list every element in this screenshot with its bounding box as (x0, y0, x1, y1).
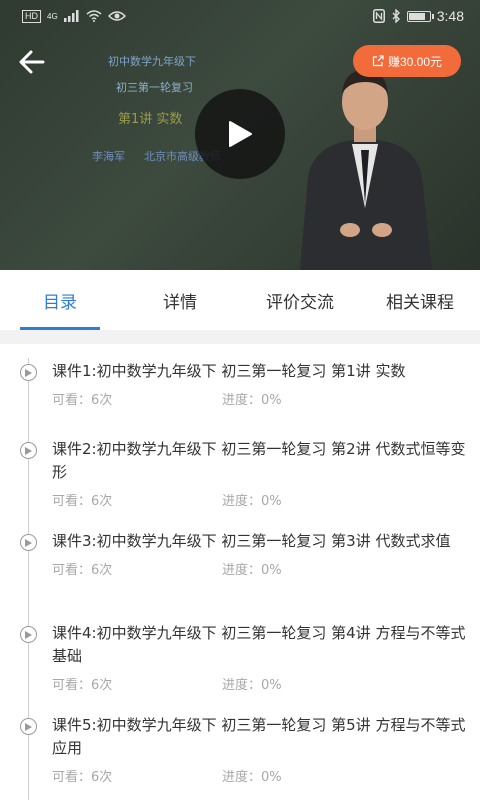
item-views: 可看：6次 (52, 563, 113, 578)
list-item[interactable]: 课件5:初中数学九年级下 初三第一轮复习 第5讲 方程与不等式应用 可看：6次 … (0, 708, 480, 800)
item-views: 可看：6次 (52, 393, 113, 408)
teacher-figure (300, 70, 432, 270)
slide-teacher: 李海军 (92, 150, 125, 163)
video-player[interactable]: HD 4G 3:48 初中数学九年级下 初三第一轮复习 第1讲 实数 李海军 北… (0, 0, 480, 270)
item-progress: 进度：0% (222, 678, 282, 693)
slide-unit: 初三第一轮复习 (116, 81, 193, 94)
wifi-icon (86, 10, 102, 22)
tab-details[interactable]: 详情 (120, 270, 240, 330)
list-item[interactable]: 课件4:初中数学九年级下 初三第一轮复习 第4讲 方程与不等式基础 可看：6次 … (0, 616, 480, 708)
play-circle-icon (20, 364, 37, 381)
back-button[interactable] (16, 46, 48, 78)
item-title: 课件5:初中数学九年级下 初三第一轮复习 第5讲 方程与不等式应用 (52, 716, 466, 757)
tab-catalog[interactable]: 目录 (0, 270, 120, 330)
item-progress: 进度：0% (222, 563, 282, 578)
nfc-icon (372, 9, 385, 23)
item-title: 课件3:初中数学九年级下 初三第一轮复习 第3讲 代数式求值 (52, 532, 451, 550)
network-type: 4G (47, 11, 58, 21)
hd-badge: HD (22, 9, 41, 23)
status-right: 3:48 (372, 8, 464, 24)
item-progress: 进度：0% (222, 770, 282, 785)
play-button[interactable] (195, 89, 285, 179)
play-circle-icon (20, 626, 37, 643)
item-progress: 进度：0% (222, 494, 282, 509)
courseware-list: 课件1:初中数学九年级下 初三第一轮复习 第1讲 实数 可看：6次 进度：0% … (0, 344, 480, 800)
share-earn-button[interactable]: 赚30.00元 (353, 45, 461, 77)
list-item[interactable]: 课件3:初中数学九年级下 初三第一轮复习 第3讲 代数式求值 可看：6次 进度：… (0, 524, 480, 616)
bluetooth-icon (392, 9, 400, 23)
item-title: 课件4:初中数学九年级下 初三第一轮复习 第4讲 方程与不等式基础 (52, 624, 466, 665)
share-icon (372, 55, 384, 67)
item-meta: 可看：6次 进度：0% (52, 766, 468, 785)
list-item[interactable]: 课件2:初中数学九年级下 初三第一轮复习 第2讲 代数式恒等变形 可看：6次 进… (0, 432, 480, 524)
item-meta: 可看：6次 进度：0% (52, 490, 468, 509)
eye-icon (107, 11, 126, 21)
item-views: 可看：6次 (52, 770, 113, 785)
item-meta: 可看：6次 进度：0% (52, 674, 468, 693)
status-bar: HD 4G 3:48 (0, 0, 480, 32)
play-circle-icon (20, 442, 37, 459)
list-item[interactable]: 课件1:初中数学九年级下 初三第一轮复习 第1讲 实数 可看：6次 进度：0% (0, 346, 480, 432)
item-title: 课件2:初中数学九年级下 初三第一轮复习 第2讲 代数式恒等变形 (52, 440, 466, 481)
battery-icon (406, 10, 434, 22)
play-circle-icon (20, 534, 37, 551)
status-left: HD 4G (22, 9, 126, 23)
item-views: 可看：6次 (52, 494, 113, 509)
tab-reviews[interactable]: 评价交流 (240, 270, 360, 330)
battery-level (408, 12, 425, 20)
clock: 3:48 (436, 8, 464, 24)
play-icon (229, 121, 252, 147)
share-label: 赚30.00元 (387, 54, 443, 69)
tab-related-courses[interactable]: 相关课程 (360, 270, 480, 330)
play-circle-icon (20, 718, 37, 735)
item-views: 可看：6次 (52, 678, 113, 693)
slide-lesson: 第1讲 实数 (118, 112, 183, 127)
arrow-left-icon (19, 50, 45, 74)
slide-course-title: 初中数学九年级下 (108, 55, 196, 68)
signal-icon (63, 10, 79, 22)
item-title: 课件1:初中数学九年级下 初三第一轮复习 第1讲 实数 (52, 362, 406, 380)
item-progress: 进度：0% (222, 393, 282, 408)
section-divider (0, 330, 480, 344)
item-meta: 可看：6次 进度：0% (52, 559, 468, 578)
item-meta: 可看：6次 进度：0% (52, 389, 468, 408)
tab-bar: 目录 详情 评价交流 相关课程 (0, 270, 480, 330)
